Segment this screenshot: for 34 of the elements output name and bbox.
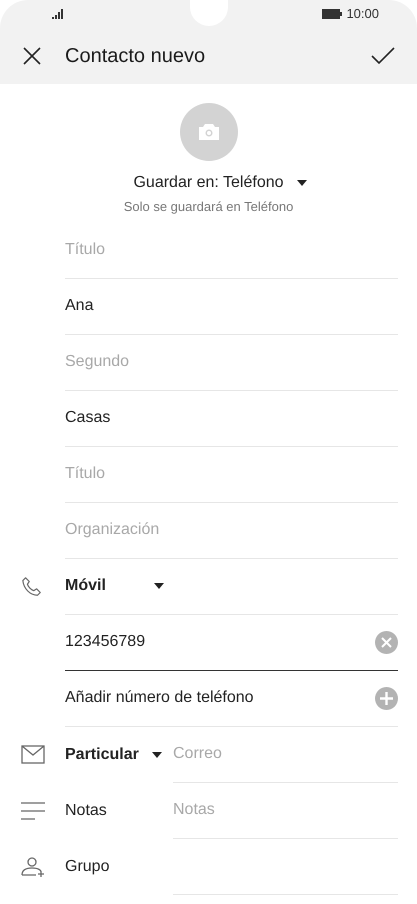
status-time: 10:00: [346, 5, 379, 24]
clear-button[interactable]: [375, 630, 398, 654]
text-field[interactable]: Correo: [173, 742, 398, 766]
add-button[interactable]: [375, 686, 398, 710]
email-type-dropdown[interactable]: Particular: [65, 726, 173, 782]
close-icon: [381, 636, 392, 648]
notes-icon: [20, 802, 44, 820]
group-add-icon: [20, 856, 44, 876]
phone-number-field[interactable]: 123456789: [65, 630, 375, 654]
dropdown-caret-icon: [153, 582, 165, 590]
text-field[interactable]: Notas: [173, 798, 398, 822]
text-field[interactable]: Casas: [65, 406, 398, 430]
dropdown-caret-icon: [150, 750, 163, 758]
envelope-icon: [20, 745, 44, 764]
text-field[interactable]: Segundo: [65, 350, 398, 374]
plus-icon: [380, 692, 393, 704]
storage-note: Solo se guardará en Teléfono: [124, 198, 294, 216]
notes-label: Notas: [65, 800, 108, 820]
phone-icon: [21, 576, 43, 598]
battery-icon: [322, 9, 342, 19]
add-phone-label[interactable]: Añadir número de teléfono: [65, 686, 375, 710]
dropdown-caret-icon: [296, 179, 308, 187]
camera-icon: [198, 123, 220, 141]
header-title: Contacto nuevo: [65, 44, 206, 69]
storage-dropdown[interactable]: Guardar en: Teléfono: [133, 171, 308, 195]
text-field[interactable]: Ana: [65, 294, 398, 318]
text-field[interactable]: Organización: [65, 518, 398, 542]
confirm-button[interactable]: [371, 46, 395, 66]
signal-icon: [52, 9, 64, 19]
phone-type-dropdown[interactable]: Móvil: [65, 574, 165, 598]
group-label[interactable]: Grupo: [65, 854, 173, 878]
text-field[interactable]: Título: [65, 462, 398, 486]
text-field[interactable]: Título: [65, 238, 398, 262]
close-button[interactable]: [22, 46, 42, 66]
